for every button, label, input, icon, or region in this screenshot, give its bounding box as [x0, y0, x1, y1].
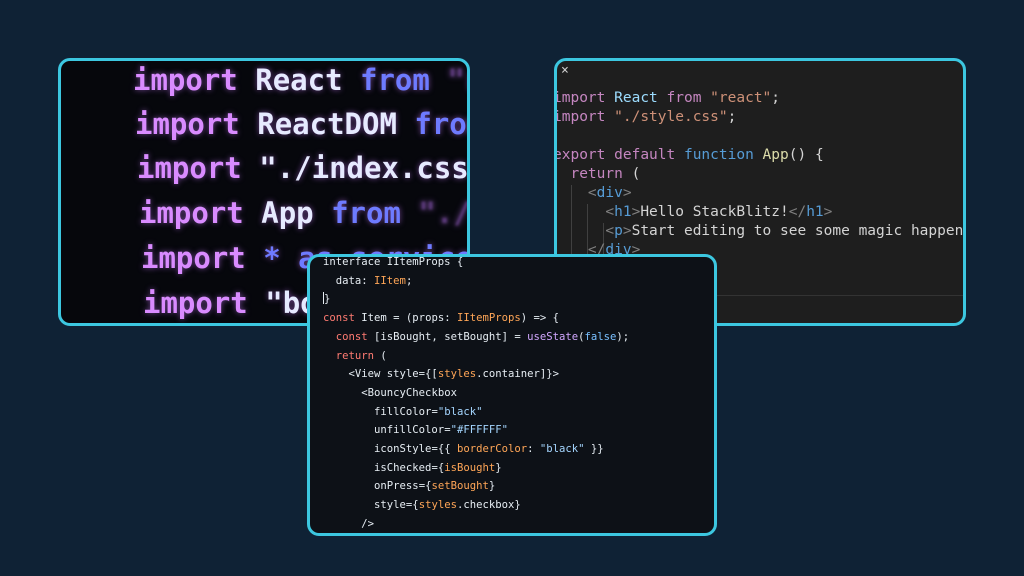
- code-line-5: return (: [570, 166, 641, 182]
- photo-line-2: import ReactDOM from: [135, 107, 467, 141]
- close-icon[interactable]: ×: [561, 63, 569, 78]
- front-line-10: unfillColor="#FFFFFF": [374, 424, 508, 437]
- front-line-15: />: [361, 517, 375, 530]
- front-line-6: return (: [335, 349, 387, 362]
- photo-line-3: import "./index.css";: [137, 151, 470, 185]
- front-line-5: const [isBought, setBought] = useState(f…: [335, 330, 630, 343]
- editor-code[interactable]: import React from "react"; import "./sty…: [554, 89, 964, 260]
- code-line-4: export default function App() {: [554, 147, 824, 163]
- code-line-1: import React from "react";: [554, 90, 781, 106]
- front-line-14: style={styles.checkbox}: [374, 499, 521, 512]
- front-code[interactable]: interface IItemProps { data: IItem; } co…: [323, 256, 630, 533]
- front-line-7: <View style={[styles.container]}>: [348, 368, 560, 381]
- front-editor-panel: interface IItemProps { data: IItem; } co…: [307, 254, 717, 536]
- front-line-2: data: IItem;: [335, 274, 413, 287]
- front-line-3: }: [323, 292, 331, 306]
- front-line-1: interface IItemProps {: [323, 256, 464, 268]
- photo-line-1: import React from "rea: [133, 63, 467, 97]
- code-line-7: <h1>Hello StackBlitz!</h1>: [605, 204, 833, 220]
- front-line-12: isChecked={isBought}: [374, 461, 502, 474]
- front-line-4: const Item = (props: IItemProps) => {: [323, 312, 560, 325]
- code-line-6: <div>: [587, 185, 632, 201]
- code-line-8: <p>Start editing to see some magic happe…: [605, 223, 964, 239]
- photo-line-4: import App from "./App: [139, 196, 470, 230]
- code-line-2: import "./style.css";: [554, 109, 737, 125]
- front-line-8: <BouncyCheckbox: [361, 386, 457, 399]
- front-line-9: fillColor="black": [374, 405, 483, 418]
- front-line-13: onPress={setBought}: [374, 480, 496, 493]
- canvas: { "photo": { "lines": [ {"kw": "import",…: [0, 0, 1024, 576]
- front-line-11: iconStyle={{ borderColor: "black" }}: [374, 443, 604, 456]
